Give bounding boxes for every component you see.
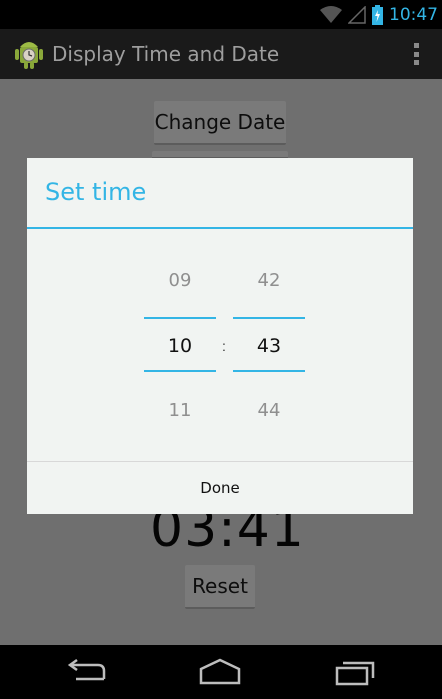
navigation-bar (0, 645, 442, 699)
cell-signal-icon (348, 6, 366, 24)
set-time-dialog: Set time 09 10 11 : 42 43 44 Done (27, 158, 413, 514)
status-icons: 10:47 (320, 4, 438, 26)
recents-icon[interactable] (334, 657, 376, 687)
wifi-icon (320, 6, 342, 23)
reset-button[interactable]: Reset (185, 565, 255, 609)
overflow-menu-icon[interactable] (414, 43, 420, 65)
hour-divider-top (144, 317, 216, 319)
hour-prev[interactable]: 09 (144, 270, 216, 291)
hour-picker[interactable]: 09 10 11 (144, 248, 216, 448)
status-bar: 10:47 (0, 0, 442, 29)
minute-next[interactable]: 44 (233, 400, 305, 421)
android-app-icon[interactable] (14, 38, 44, 70)
minute-prev[interactable]: 42 (233, 270, 305, 291)
minute-divider-bottom (233, 370, 305, 372)
dialog-title-divider (27, 227, 413, 229)
back-icon[interactable] (64, 657, 108, 687)
minute-picker[interactable]: 42 43 44 (233, 248, 305, 448)
status-time: 10:47 (389, 5, 438, 25)
battery-charging-icon (372, 5, 383, 25)
hour-next[interactable]: 11 (144, 400, 216, 421)
change-date-button[interactable]: Change Date (154, 101, 286, 145)
time-separator: : (222, 338, 226, 354)
minute-current[interactable]: 43 (233, 335, 305, 357)
app-title: Display Time and Date (52, 42, 280, 66)
hour-current[interactable]: 10 (144, 335, 216, 357)
action-bar: Display Time and Date (0, 29, 442, 79)
minute-divider-top (233, 317, 305, 319)
done-button[interactable]: Done (27, 462, 413, 514)
home-icon[interactable] (198, 657, 242, 687)
dialog-title: Set time (45, 178, 147, 206)
hour-divider-bottom (144, 370, 216, 372)
